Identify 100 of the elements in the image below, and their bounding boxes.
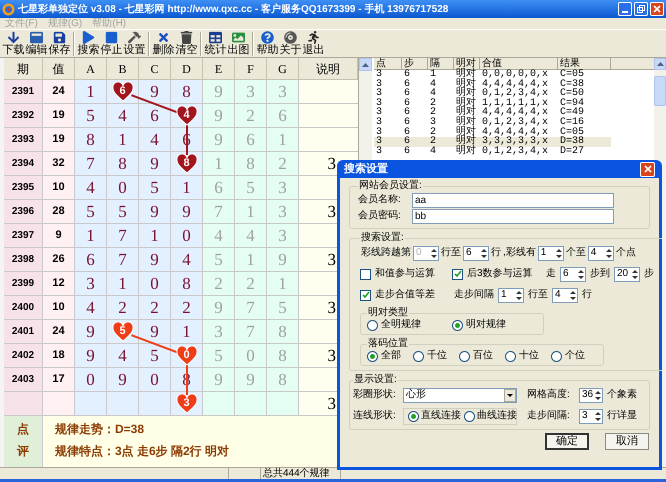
table-cell-text: C=05	[559, 70, 586, 80]
scroll-thumb[interactable]	[654, 76, 666, 106]
table-cell-text: 4	[429, 146, 438, 156]
close-button[interactable]	[640, 162, 655, 176]
digit-cell: 3	[267, 80, 299, 104]
scroll-up-button[interactable]	[359, 58, 372, 71]
digit-cell: 7	[75, 152, 107, 176]
column-header: 值	[43, 58, 75, 80]
dialog-button[interactable]: 取消	[605, 433, 649, 450]
period-cell: 2395	[4, 176, 43, 200]
toolbar-button[interactable]: 出图	[227, 31, 250, 56]
toolbar-button[interactable]: 设置	[123, 31, 146, 56]
digit-cell: 0	[107, 176, 139, 200]
spin-arrows-icon[interactable]	[554, 248, 563, 258]
period-cell: 2397	[4, 224, 43, 248]
spin-field[interactable]: 6	[463, 246, 489, 260]
radio-button[interactable]	[464, 410, 475, 422]
radio-label[interactable]: 十位	[519, 350, 539, 362]
table-icon	[209, 31, 222, 44]
close-button[interactable]	[650, 2, 664, 16]
radio-label[interactable]: 全部	[381, 350, 401, 362]
radio-button[interactable]	[413, 350, 424, 362]
radio-button[interactable]	[367, 320, 378, 330]
radio-button[interactable]	[551, 350, 562, 362]
toolbar-button[interactable]: 退出	[302, 31, 325, 56]
column-header: 期	[4, 58, 43, 80]
spin-arrows-icon[interactable]	[631, 268, 639, 280]
toolbar-button[interactable]: 搜索	[77, 31, 100, 56]
column-header: D	[171, 58, 203, 80]
radio-button[interactable]	[452, 320, 463, 330]
radio-label[interactable]: 明对规律	[466, 319, 506, 331]
text-field[interactable]: aa	[412, 192, 614, 208]
radio-button[interactable]	[505, 350, 516, 362]
radio-label[interactable]: 直线连接	[421, 410, 461, 422]
spin-field[interactable]: 36	[579, 388, 603, 402]
minimize-button[interactable]	[618, 2, 632, 16]
sum-cell: 32	[43, 152, 75, 176]
spin-arrows-icon[interactable]	[594, 410, 602, 422]
radio-label[interactable]: 曲线连接	[477, 410, 517, 422]
spin-arrows-icon[interactable]	[594, 390, 602, 400]
digit-cell: 4	[107, 344, 139, 368]
checkbox[interactable]	[360, 290, 371, 300]
spin-field[interactable]: 4	[552, 288, 578, 302]
toolbar-button[interactable]: 保存	[48, 31, 71, 56]
spin-field[interactable]: 20	[614, 266, 640, 282]
radio-label[interactable]: 全明规律	[381, 319, 421, 331]
toolbar-button[interactable]: 停止	[100, 31, 123, 56]
radio-label[interactable]: 个位	[565, 350, 585, 362]
dialog-button[interactable]: 确定	[545, 433, 589, 450]
option-label: 步	[644, 268, 654, 280]
toolbar-button[interactable]: 下载	[2, 31, 25, 56]
radio-button[interactable]	[459, 350, 470, 362]
toolbar-button[interactable]: 删除	[152, 31, 175, 56]
text-field[interactable]: bb	[412, 208, 614, 224]
radio-label[interactable]: 百位	[473, 350, 493, 362]
scroll-up-button[interactable]	[654, 58, 666, 70]
dropdown-button[interactable]	[504, 388, 516, 402]
digit-cell: 8	[267, 368, 299, 392]
spin-arrows-icon[interactable]	[480, 248, 488, 258]
spin-field[interactable]: 6	[560, 266, 586, 282]
spin-field[interactable]: 3	[579, 408, 603, 424]
table-cell-text: 4,4,4,4,4,x	[481, 128, 550, 138]
spin-arrows-icon[interactable]	[604, 248, 613, 258]
toolbar-button[interactable]: 编辑	[25, 31, 48, 56]
spin-arrows-icon[interactable]	[569, 290, 577, 300]
toolbar-button[interactable]: 关于	[279, 31, 302, 56]
table-cell-text: 3	[375, 146, 384, 156]
toolbar-button[interactable]: 帮助	[256, 31, 279, 56]
digit-cell: 8	[171, 272, 203, 296]
shape-select[interactable]: 心形	[403, 388, 517, 402]
checkbox-label[interactable]: 后3数参与运算	[467, 268, 533, 280]
table-cell-text: 2	[429, 128, 438, 138]
radio-button[interactable]	[367, 350, 378, 362]
checkbox-label[interactable]: 和值参与运算	[375, 268, 435, 280]
toolbar-button[interactable]: 统计	[204, 31, 227, 56]
checkbox[interactable]	[452, 268, 463, 280]
table-cell-text: 4	[429, 80, 438, 90]
restore-button[interactable]	[634, 2, 648, 16]
option-label: 走	[546, 268, 556, 280]
digit-cell: 6	[139, 104, 171, 128]
spin-arrows-icon[interactable]	[577, 268, 585, 280]
digit-cell: 9	[203, 128, 235, 152]
spin-field[interactable]: 4	[588, 246, 614, 260]
digit-cell: 9	[203, 80, 235, 104]
radio-button[interactable]	[408, 410, 419, 422]
heart-marker: 6	[112, 82, 134, 102]
checkbox[interactable]	[360, 268, 371, 280]
checkbox-label[interactable]: 走步合值等差	[375, 289, 435, 301]
spin-field[interactable]: 1	[498, 288, 524, 302]
spin-arrows-icon[interactable]	[515, 290, 523, 300]
digit-cell: 1	[171, 176, 203, 200]
digit-cell: 7	[203, 200, 235, 224]
caret-up-icon	[362, 62, 369, 66]
toolbar-button[interactable]: 清空	[175, 31, 198, 56]
stop-icon	[105, 31, 118, 44]
column-header: C	[139, 58, 171, 80]
digit-cell: 0	[139, 272, 171, 296]
radio-label[interactable]: 千位	[427, 350, 447, 362]
digit-cell: 4	[171, 248, 203, 272]
spin-field[interactable]: 1	[538, 246, 564, 260]
